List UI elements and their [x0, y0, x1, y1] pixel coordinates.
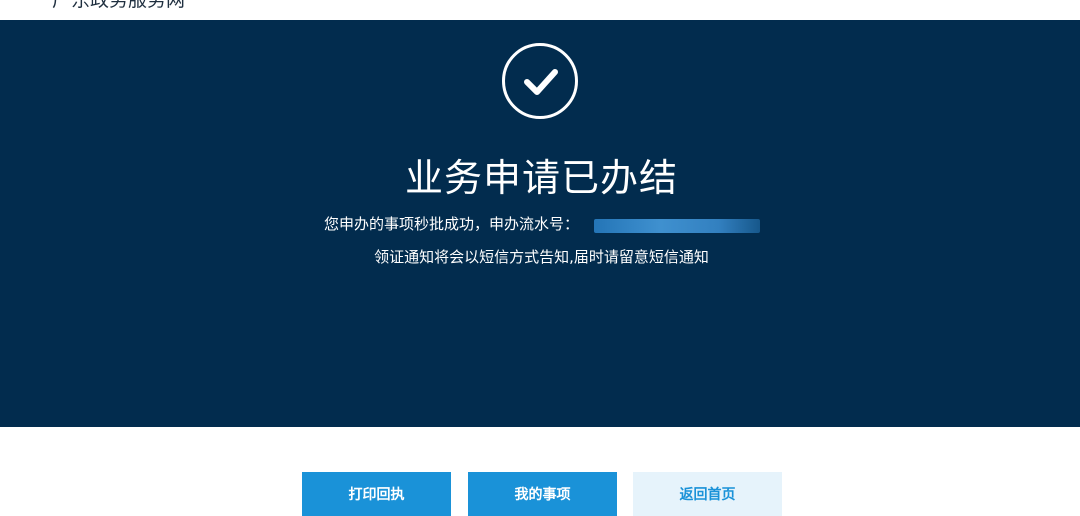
result-title: 业务申请已办结 — [404, 156, 678, 200]
check-circle-icon — [502, 43, 578, 119]
logo-icon[interactable] — [14, 0, 44, 6]
my-items-button[interactable]: 我的事项 — [468, 472, 617, 516]
result-banner: 业务申请已办结 您申办的事项秒批成功，申办流水号： 领证通知将会以短信方式告知,… — [0, 20, 1080, 427]
back-home-button[interactable]: 返回首页 — [633, 472, 782, 516]
notice-message: 领证通知将会以短信方式告知,届时请留意短信通知 — [374, 248, 709, 266]
site-name[interactable]: 广东政务服务网 — [52, 0, 185, 11]
success-message: 您申办的事项秒批成功，申办流水号： — [324, 215, 580, 233]
print-receipt-button[interactable]: 打印回执 — [302, 472, 451, 516]
serial-number-redacted — [594, 219, 760, 233]
top-bar: 广东政务服务网 — [0, 0, 1080, 20]
